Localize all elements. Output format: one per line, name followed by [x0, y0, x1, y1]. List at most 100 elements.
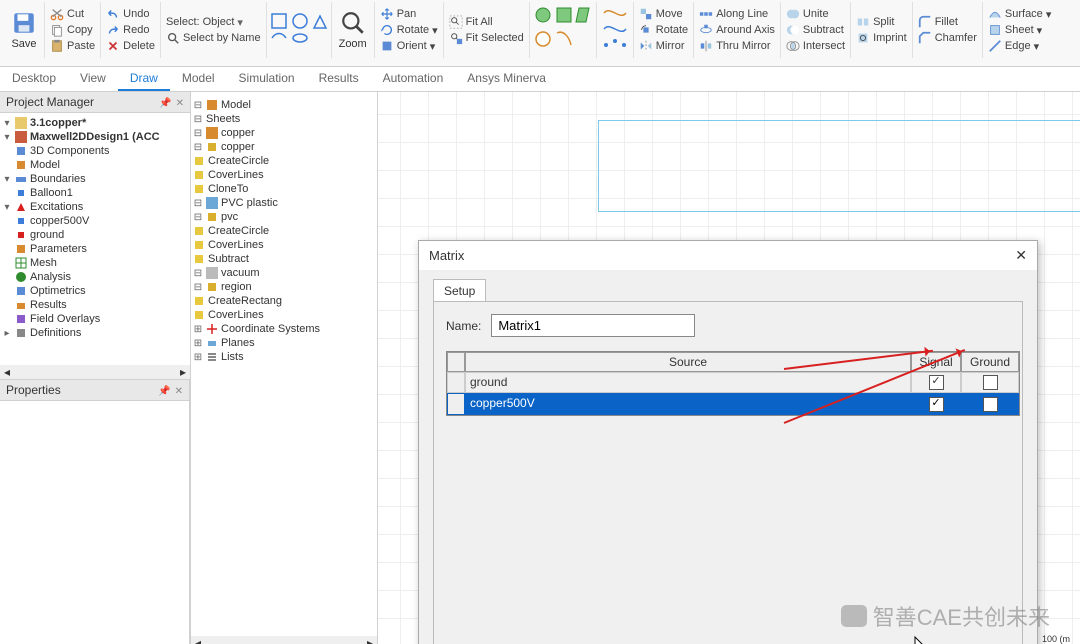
ground-checkbox[interactable]	[983, 397, 998, 412]
tree-excitations[interactable]: Excitations	[30, 201, 83, 213]
source-cell: ground	[465, 372, 911, 393]
split-button[interactable]: Split	[854, 14, 896, 30]
pin-icon[interactable]: 📌	[158, 386, 170, 397]
chamfer-button[interactable]: Chamfer	[916, 30, 979, 46]
rotate-obj-button[interactable]: Rotate	[637, 22, 690, 38]
curve-tools[interactable]	[600, 5, 630, 55]
redo-button[interactable]: Redo	[104, 22, 151, 38]
cloneto-op[interactable]: CloneTo	[208, 183, 248, 195]
save-label: Save	[11, 38, 36, 50]
thru-mirror-button[interactable]: Thru Mirror	[697, 38, 772, 54]
tab-automation[interactable]: Automation	[371, 67, 456, 91]
region-obj[interactable]: region	[221, 281, 252, 293]
sheets-node[interactable]: Sheets	[206, 113, 240, 125]
edge-menu[interactable]: Edge ▾	[986, 38, 1041, 54]
table-row[interactable]: ground ✓	[447, 372, 1019, 393]
coverlines-op3[interactable]: CoverLines	[208, 309, 264, 321]
tree-balloon1[interactable]: Balloon1	[30, 187, 73, 199]
copper-obj[interactable]: copper	[221, 141, 255, 153]
close-icon[interactable]: ✕	[176, 98, 184, 109]
sheet-menu[interactable]: Sheet ▾	[986, 22, 1044, 38]
tree-results[interactable]: Results	[30, 299, 67, 311]
createcircle-op2[interactable]: CreateCircle	[208, 225, 269, 237]
ribbon: Save Cut Copy Paste Undo Redo Delete Sel…	[0, 0, 1080, 67]
matrix-dialog: Matrix ✕ Setup Name: Source Signal Groun…	[418, 240, 1038, 644]
coverlines-op2[interactable]: CoverLines	[208, 239, 264, 251]
pin-icon[interactable]: 📌	[159, 98, 171, 109]
along-line-button[interactable]: Along Line	[697, 6, 770, 22]
tab-results[interactable]: Results	[307, 67, 371, 91]
model-tree[interactable]: ⊟Model ⊟Sheets ⊟copper ⊟copper CreateCir…	[191, 92, 377, 636]
ground-checkbox[interactable]	[983, 375, 998, 390]
move-button[interactable]: Move	[637, 6, 685, 22]
unite-button[interactable]: Unite	[784, 6, 831, 22]
tree-ground[interactable]: ground	[30, 229, 64, 241]
createcircle-op[interactable]: CreateCircle	[208, 155, 269, 167]
pvc-obj[interactable]: pvc	[221, 211, 238, 223]
tree-fieldoverlays[interactable]: Field Overlays	[30, 313, 100, 325]
table-row[interactable]: copper500V ✓	[447, 393, 1019, 414]
paste-button[interactable]: Paste	[48, 38, 97, 54]
intersect-button[interactable]: Intersect	[784, 38, 847, 54]
col-ground: Ground	[961, 352, 1019, 372]
imprint-button[interactable]: Imprint	[854, 30, 909, 46]
planes-node[interactable]: Planes	[221, 337, 255, 349]
zoom-button[interactable]: Zoom	[335, 10, 371, 50]
signal-checkbox[interactable]: ✓	[929, 375, 944, 390]
model-root[interactable]: Model	[221, 99, 251, 111]
coord-systems[interactable]: Coordinate Systems	[221, 323, 320, 335]
dialog-close-button[interactable]: ✕	[1015, 247, 1027, 264]
tree-model[interactable]: Model	[30, 159, 60, 171]
copper-group[interactable]: copper	[221, 127, 255, 139]
properties-body	[0, 401, 189, 644]
shape-primitives[interactable]	[533, 5, 593, 55]
project-root[interactable]: 3.1copper*	[30, 117, 86, 129]
createrect-op[interactable]: CreateRectang	[208, 295, 282, 307]
design-node[interactable]: Maxwell2DDesign1 (ACC	[30, 131, 160, 143]
tree-copper500v[interactable]: copper500V	[30, 215, 89, 227]
tree-3dcomponents[interactable]: 3D Components	[30, 145, 110, 157]
orient-button[interactable]: Orient ▾	[378, 38, 438, 54]
pvc-group[interactable]: PVC plastic	[221, 197, 278, 209]
tab-desktop[interactable]: Desktop	[0, 67, 68, 91]
tree-definitions[interactable]: Definitions	[30, 327, 81, 339]
tab-ansys-minerva[interactable]: Ansys Minerva	[455, 67, 558, 91]
lists-node[interactable]: Lists	[221, 351, 244, 363]
cut-button[interactable]: Cut	[48, 6, 86, 22]
copy-button[interactable]: Copy	[48, 22, 95, 38]
signal-checkbox[interactable]: ✓	[929, 397, 944, 412]
save-button[interactable]: Save	[7, 10, 41, 50]
fit-all-button[interactable]: Fit All	[447, 14, 495, 30]
tree-analysis[interactable]: Analysis	[30, 271, 71, 283]
setup-tab[interactable]: Setup	[433, 279, 486, 302]
tree-mesh[interactable]: Mesh	[30, 257, 57, 269]
around-axis-button[interactable]: Around Axis	[697, 22, 777, 38]
cursor-icon	[914, 636, 928, 644]
subtract-op[interactable]: Subtract	[208, 253, 249, 265]
project-tree[interactable]: ▾3.1copper* ▾Maxwell2DDesign1 (ACC 3D Co…	[0, 113, 190, 365]
tree-parameters[interactable]: Parameters	[30, 243, 87, 255]
subtract-button[interactable]: Subtract	[784, 22, 846, 38]
tree-boundaries[interactable]: Boundaries	[30, 173, 86, 185]
coverlines-op[interactable]: CoverLines	[208, 169, 264, 181]
tab-model[interactable]: Model	[170, 67, 227, 91]
tab-draw[interactable]: Draw	[118, 67, 170, 91]
mirror-button[interactable]: Mirror	[637, 38, 687, 54]
tree-optimetrics[interactable]: Optimetrics	[30, 285, 86, 297]
tab-view[interactable]: View	[68, 67, 118, 91]
select-mode[interactable]: Select: Object ▾	[164, 15, 245, 30]
fit-selected-button[interactable]: Fit Selected	[447, 30, 526, 46]
delete-button[interactable]: Delete	[104, 38, 157, 54]
select-by-name[interactable]: Select by Name	[164, 30, 263, 46]
undo-button[interactable]: Undo	[104, 6, 151, 22]
pan-button[interactable]: Pan	[378, 6, 419, 22]
draw-primitives-icons[interactable]	[270, 12, 328, 48]
close-icon[interactable]: ✕	[175, 386, 183, 397]
tab-simulation[interactable]: Simulation	[227, 67, 307, 91]
rotate-view-button[interactable]: Rotate ▾	[378, 22, 440, 38]
fillet-button[interactable]: Fillet	[916, 14, 960, 30]
vacuum-group[interactable]: vacuum	[221, 267, 260, 279]
model-tree-panel: ⊟Model ⊟Sheets ⊟copper ⊟copper CreateCir…	[191, 92, 378, 644]
surface-menu[interactable]: Surface ▾	[986, 6, 1053, 22]
name-input[interactable]	[491, 314, 695, 337]
